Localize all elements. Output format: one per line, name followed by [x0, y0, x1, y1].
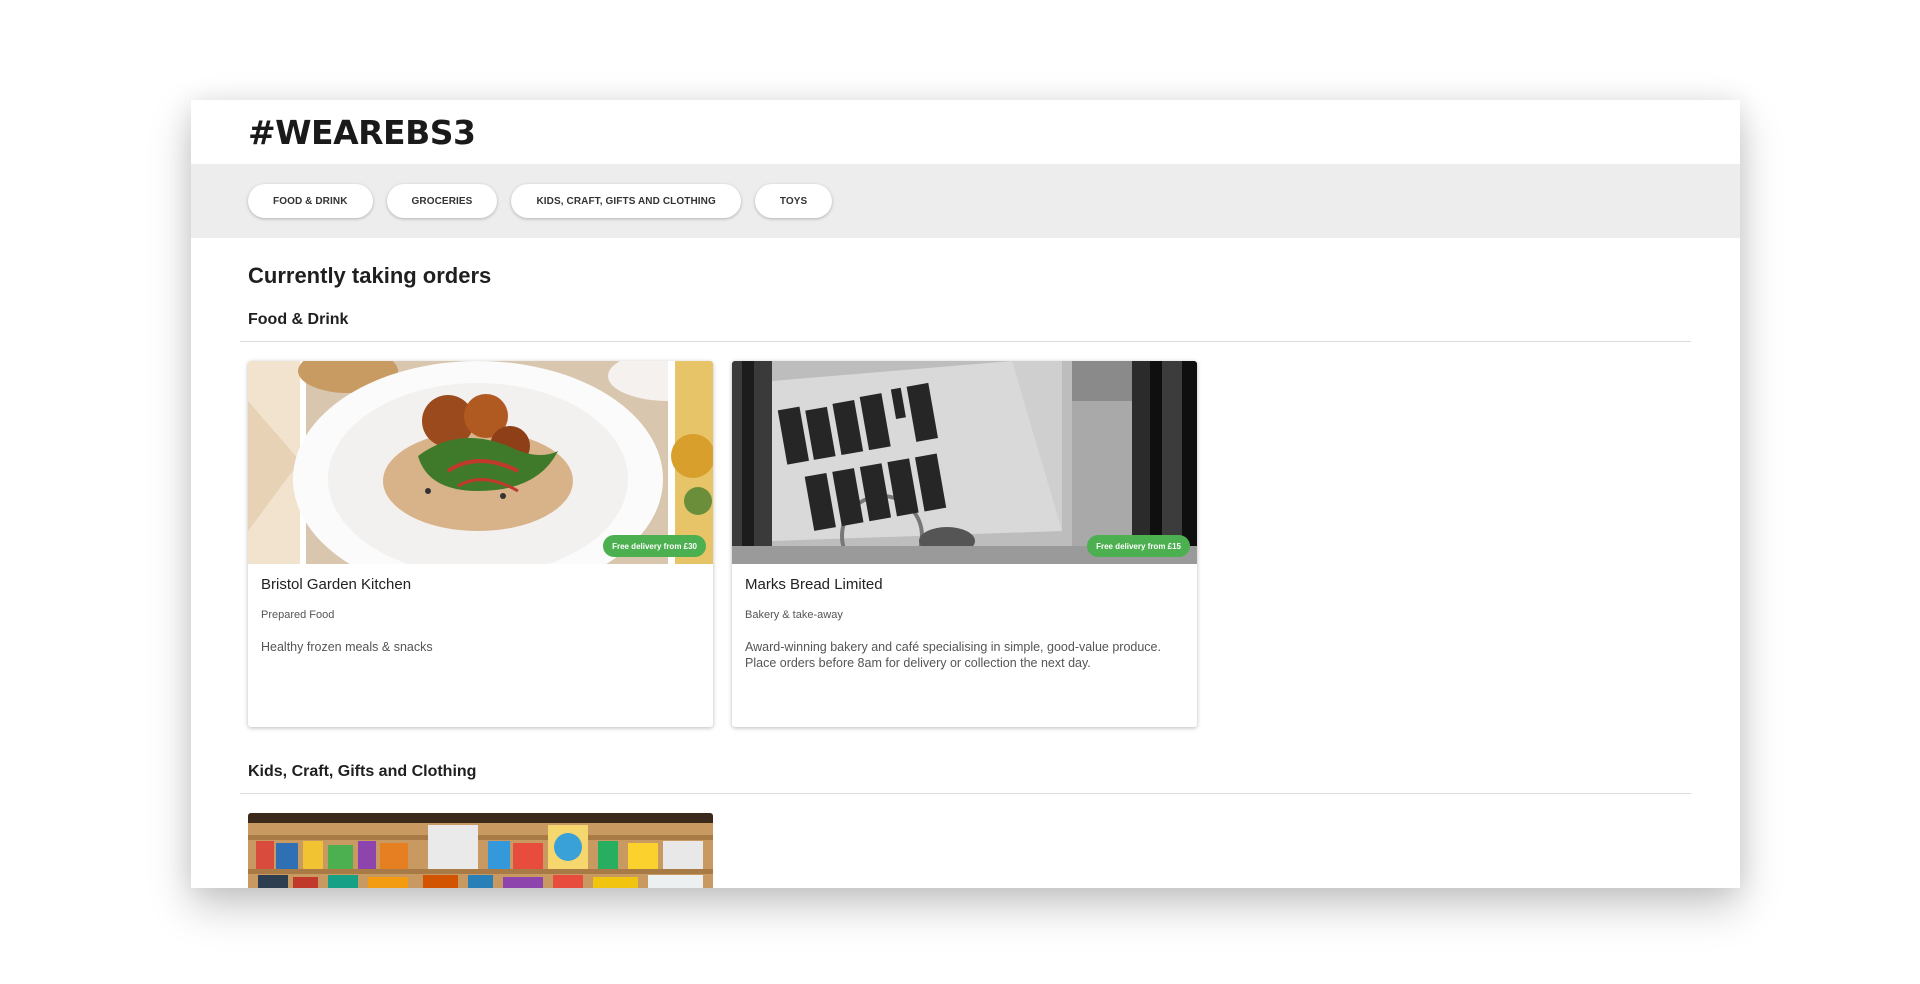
vendor-name[interactable]: Marks Bread Limited [745, 576, 1184, 593]
nav-pill-groceries[interactable]: GROCERIES [386, 184, 498, 218]
section-kids-craft: Kids, Craft, Gifts and Clothing [240, 727, 1691, 888]
section-heading: Food & Drink [248, 311, 349, 328]
main-content: Currently taking orders Food & Drink Fre… [191, 238, 1740, 888]
food-plate-image [248, 361, 713, 564]
nav-pill-toys[interactable]: TOYS [754, 184, 833, 218]
section-heading: Kids, Craft, Gifts and Clothing [248, 763, 477, 780]
nav-pill-kids-craft[interactable]: KIDS, CRAFT, GIFTS AND CLOTHING [511, 184, 741, 218]
vendor-description: Healthy frozen meals & snacks [261, 640, 433, 654]
vendor-type: Bakery & take-away [745, 609, 843, 621]
browser-page: #WEAREBS3 FOOD & DRINK GROCERIES KIDS, C… [191, 100, 1740, 888]
vendor-image-bread-cart: Free delivery from £15 [732, 361, 1197, 564]
vendor-image-food-plate: Free delivery from £30 [248, 361, 713, 564]
category-nav: FOOD & DRINK GROCERIES KIDS, CRAFT, GIFT… [191, 164, 1740, 238]
card-body: Bristol Garden Kitchen Prepared Food Hea… [248, 564, 713, 665]
section-food-drink: Food & Drink Free delivery from £30 Bris… [240, 289, 1691, 727]
vendor-description: Award-winning bakery and café specialisi… [745, 640, 1161, 670]
vendor-name[interactable]: Bristol Garden Kitchen [261, 576, 700, 593]
site-header: #WEAREBS3 [191, 100, 1740, 164]
vendor-card-toy-shop[interactable] [248, 813, 713, 888]
page-title: Currently taking orders [248, 263, 492, 288]
vendor-card[interactable]: Free delivery from £30 Bristol Garden Ki… [248, 361, 713, 727]
nav-pill-food-drink[interactable]: FOOD & DRINK [248, 184, 373, 218]
vendor-card[interactable]: Free delivery from £15 Marks Bread Limit… [732, 361, 1197, 727]
site-logo[interactable]: #WEAREBS3 [248, 113, 476, 152]
bread-cart-image [732, 361, 1197, 564]
toy-shelves-image [248, 813, 713, 888]
card-list: Free delivery from £30 Bristol Garden Ki… [240, 342, 1691, 727]
card-body: Marks Bread Limited Bakery & take-away A… [732, 564, 1197, 681]
delivery-badge: Free delivery from £15 [1087, 535, 1190, 557]
vendor-type: Prepared Food [261, 609, 335, 621]
section-divider [240, 793, 1691, 794]
delivery-badge: Free delivery from £30 [603, 535, 706, 557]
